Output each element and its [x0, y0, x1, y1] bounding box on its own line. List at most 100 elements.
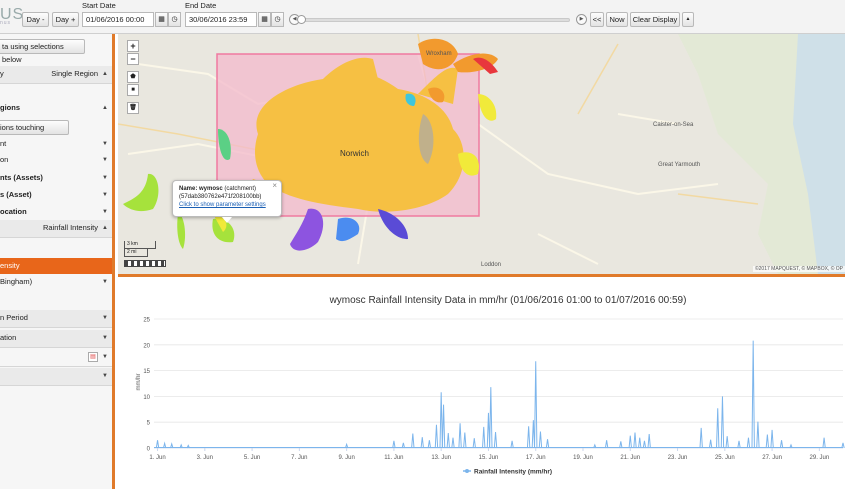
rainfall-spike[interactable] [638, 437, 642, 449]
sidebar-row-selection-mode[interactable]: y Single Region ▲ [0, 66, 112, 84]
sidebar-item-assets[interactable]: nts (Assets) ▼ [0, 170, 112, 186]
sidebar-row-aggregation[interactable]: ation ▼ [0, 330, 112, 348]
sidebar-item-asset[interactable]: s (Asset) ▼ [0, 187, 112, 203]
rainfall-spike[interactable] [538, 431, 543, 449]
rainfall-spike[interactable] [737, 440, 741, 449]
sidebar-section-regions[interactable]: gions ▲ [0, 100, 112, 116]
x-tick-label: 9. Jun [338, 455, 354, 461]
rainfall-spike[interactable] [493, 431, 498, 449]
sidebar-row-period[interactable]: n Period ▼ [0, 310, 112, 328]
sidebar-item-2[interactable]: on ▼ [0, 152, 112, 168]
sidebar-row-export[interactable]: ▤ ▼ [0, 349, 112, 367]
rainfall-spike[interactable] [439, 392, 443, 449]
rainfall-spike[interactable] [510, 440, 514, 449]
rainfall-spike[interactable] [699, 427, 703, 449]
rainfall-spike[interactable] [446, 432, 450, 449]
chart-legend[interactable]: Rainfall Intensity (mm/hr) [463, 469, 552, 476]
x-tick-label: 3. Jun [197, 455, 213, 461]
sidebar-item-location[interactable]: ocation ▼ [0, 204, 112, 220]
rainfall-spike[interactable] [746, 437, 751, 449]
sidebar-row-parameter[interactable]: Rainfall Intensity ▲ [0, 220, 112, 238]
rainfall-spike[interactable] [545, 439, 550, 449]
clock-icon[interactable]: ◷ [168, 12, 181, 27]
x-tick-label: 13. Jun [431, 455, 451, 461]
x-tick-label: 17. Jun [526, 455, 546, 461]
rainfall-spike[interactable] [642, 440, 647, 449]
rainfall-spike[interactable] [779, 440, 784, 449]
y-tick-label: 5 [147, 421, 151, 427]
now-button[interactable]: Now [606, 12, 628, 27]
x-tick-label: 29. Jun [810, 455, 830, 461]
close-icon[interactable]: × [272, 182, 277, 190]
start-date-input[interactable]: 01/06/2016 00:00 [82, 12, 154, 27]
regions-touching-polygon-button[interactable]: ions touching polygon [0, 120, 69, 145]
rainfall-spike[interactable] [434, 424, 439, 449]
rainfall-spike[interactable] [822, 437, 826, 449]
map-view[interactable]: Norwich Wroxham Loddon Caister-on-Sea Gr… [118, 34, 845, 274]
rainfall-spike[interactable] [770, 429, 774, 449]
time-slider-handle[interactable] [297, 15, 306, 24]
trash-icon[interactable]: 🗑 [127, 102, 139, 114]
rainfall-spike[interactable] [451, 437, 455, 449]
parameter-settings-link[interactable]: Click to show parameter settings [179, 202, 266, 208]
end-date-input[interactable]: 30/06/2016 23:59 [185, 12, 257, 27]
clear-display-button[interactable]: Clear Display [630, 12, 680, 27]
rainfall-spike[interactable] [647, 434, 651, 449]
calendar-icon[interactable]: ▦ [155, 12, 168, 27]
sidebar-item-gauge[interactable]: Bingham) ▼ [0, 274, 112, 290]
step-forward-icon[interactable]: ▶ [576, 14, 587, 25]
draw-rectangle-icon[interactable]: ■ [127, 84, 139, 96]
zoom-in-button[interactable]: + [127, 40, 139, 52]
rainfall-spike[interactable] [619, 441, 623, 449]
rainfall-spike[interactable] [482, 426, 486, 449]
rainfall-spike[interactable] [725, 436, 729, 449]
rainfall-spike[interactable] [411, 433, 415, 449]
rainfall-chart: wymosc Rainfall Intensity Data in mm/hr … [136, 295, 845, 476]
rainfall-spike[interactable] [633, 432, 637, 449]
rainfall-spike[interactable] [427, 440, 432, 449]
rainfall-spike[interactable] [526, 426, 531, 449]
clock-icon[interactable]: ◷ [271, 12, 284, 27]
y-tick-label: 0 [147, 447, 151, 453]
rainfall-spike[interactable] [472, 438, 476, 449]
rainfall-spike[interactable] [716, 408, 720, 449]
rainfall-spike[interactable] [628, 435, 632, 449]
time-slider[interactable] [302, 18, 570, 22]
chevron-down-icon: ▼ [102, 373, 108, 379]
rainfall-spike[interactable] [765, 434, 770, 449]
chevron-down-icon: ▼ [102, 141, 108, 147]
collapse-toolbar-button[interactable]: ▲ [682, 12, 694, 27]
map-canvas[interactable] [118, 34, 845, 274]
rewind-button[interactable]: << [590, 12, 604, 27]
zoom-out-button[interactable]: − [127, 53, 139, 65]
sidebar-item-1[interactable]: nt ▼ [0, 136, 112, 152]
sidebar-row-extra[interactable]: ▼ [0, 368, 112, 386]
rainfall-spike[interactable] [463, 432, 467, 449]
scale-bar-mi: 2 mi [124, 249, 148, 257]
map-attribution: ©2017 MAPQUEST, © MAPBOX, © OP [752, 266, 845, 272]
rainfall-spike[interactable] [458, 423, 462, 449]
day-plus-button[interactable]: Day + [52, 12, 79, 27]
chevron-down-icon: ▼ [102, 315, 108, 321]
chevron-up-icon: ▲ [102, 105, 108, 111]
rainfall-spike[interactable] [604, 440, 609, 449]
export-icon[interactable]: ▤ [88, 352, 98, 362]
rainfall-spike[interactable] [420, 437, 424, 449]
chevron-down-icon: ▼ [102, 192, 108, 198]
x-tick-label: 15. Jun [479, 455, 499, 461]
place-label: Loddon [481, 262, 502, 268]
rainfall-spike[interactable] [155, 440, 160, 449]
rainfall-spike[interactable] [534, 361, 538, 449]
popup-name-type: (catchment) [224, 186, 257, 192]
rainfall-spike[interactable] [708, 439, 713, 449]
rainfall-spike[interactable] [751, 340, 755, 449]
day-minus-button[interactable]: Day - [22, 12, 49, 27]
draw-polygon-icon[interactable]: ⬟ [127, 71, 139, 83]
rainfall-spike[interactable] [441, 404, 446, 449]
calendar-icon[interactable]: ▦ [258, 12, 271, 27]
chevron-down-icon: ▼ [102, 335, 108, 341]
sidebar-item-rainfall-intensity[interactable]: ensity [0, 258, 112, 275]
rainfall-spike[interactable] [392, 440, 396, 449]
load-data-button[interactable]: ta using selections below [0, 39, 85, 64]
rainfall-spike[interactable] [756, 421, 760, 449]
